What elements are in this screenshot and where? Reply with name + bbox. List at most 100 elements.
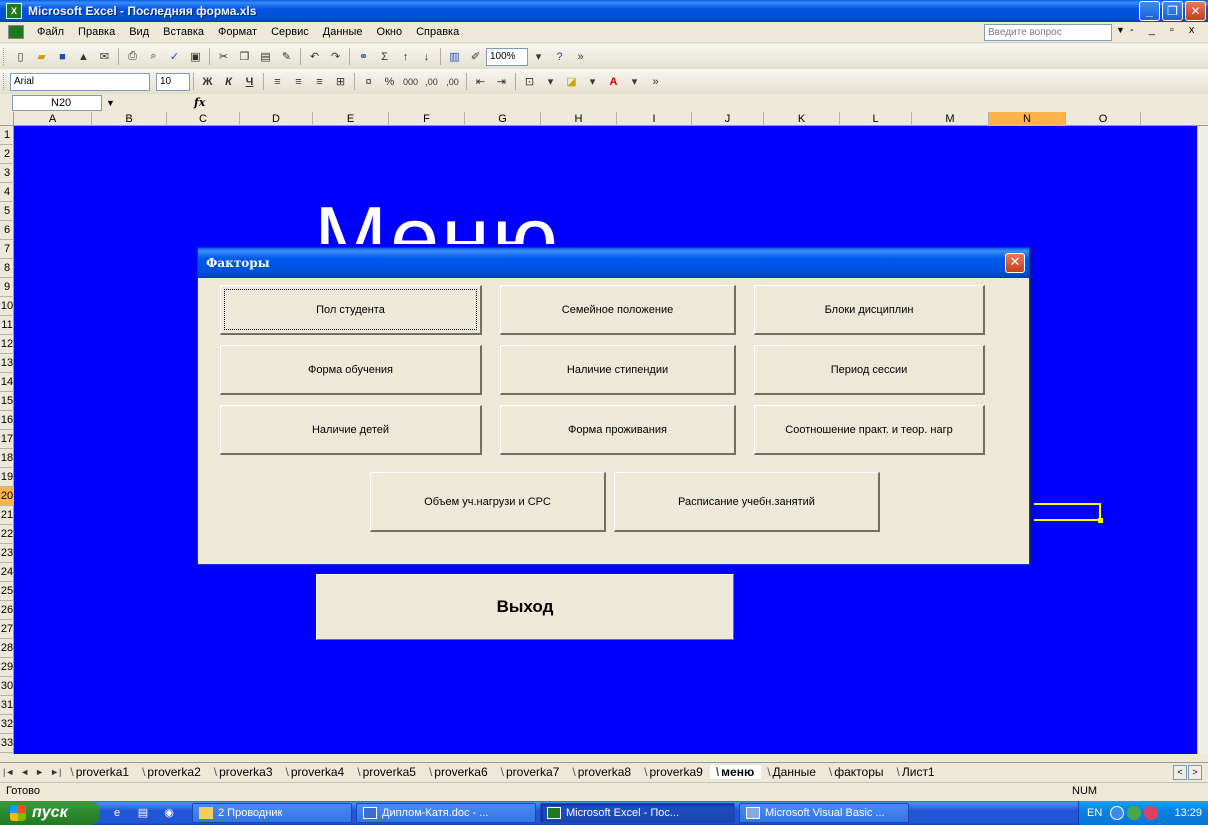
scroll-left-icon[interactable]: < bbox=[1173, 764, 1187, 780]
menu-edit[interactable]: Правка bbox=[71, 26, 122, 38]
sheet-tab-active[interactable]: меню bbox=[709, 765, 762, 779]
autosum-icon[interactable]: Σ bbox=[375, 48, 394, 66]
taskbar-visual-basic[interactable]: Microsoft Visual Basic ... bbox=[739, 803, 909, 823]
print-icon[interactable]: ⎙ bbox=[123, 48, 142, 66]
row-header[interactable]: 8 bbox=[0, 259, 14, 278]
sheet-tab[interactable]: proverka5 bbox=[351, 765, 423, 779]
minimize-button[interactable]: _ bbox=[1139, 1, 1160, 21]
sheet-tab[interactable]: proverka2 bbox=[136, 765, 208, 779]
zoom-select[interactable]: 100% bbox=[486, 47, 528, 66]
class-schedule-button[interactable]: Расписание учебн.занятий bbox=[614, 472, 880, 532]
row-header[interactable]: 30 bbox=[0, 677, 14, 696]
column-header[interactable]: I bbox=[617, 112, 692, 126]
column-header[interactable]: F bbox=[389, 112, 465, 126]
print-preview-icon[interactable]: ⌕ bbox=[144, 48, 163, 66]
security-icon[interactable] bbox=[1127, 806, 1142, 820]
row-header[interactable]: 9 bbox=[0, 278, 14, 297]
row-header[interactable]: 7 bbox=[0, 240, 14, 259]
permission-icon[interactable]: ▲ bbox=[74, 48, 93, 66]
taskbar-word[interactable]: Диплом-Катя.doc - ... bbox=[356, 803, 536, 823]
select-all-corner[interactable] bbox=[0, 112, 14, 126]
italic-button[interactable]: К bbox=[219, 73, 238, 91]
row-header[interactable]: 11 bbox=[0, 316, 14, 335]
copy-icon[interactable]: ❐ bbox=[235, 48, 254, 66]
row-header[interactable]: 23 bbox=[0, 544, 14, 563]
align-center-icon[interactable]: ≡ bbox=[289, 73, 308, 91]
column-header[interactable]: E bbox=[313, 112, 389, 126]
restore-button[interactable]: ❐ bbox=[1162, 1, 1183, 21]
row-header[interactable]: 25 bbox=[0, 582, 14, 601]
residence-form-button[interactable]: Форма проживания bbox=[500, 405, 736, 455]
active-cell-n20[interactable] bbox=[1034, 503, 1103, 523]
formula-input[interactable] bbox=[205, 95, 1208, 111]
currency-icon[interactable]: ¤ bbox=[359, 73, 378, 91]
redo-icon[interactable]: ↷ bbox=[326, 48, 345, 66]
row-header[interactable]: 15 bbox=[0, 392, 14, 411]
menu-format[interactable]: Формат bbox=[211, 26, 264, 38]
chevron-down-icon[interactable]: ▾ bbox=[625, 73, 644, 91]
row-header[interactable]: 21 bbox=[0, 506, 14, 525]
row-header[interactable]: 28 bbox=[0, 639, 14, 658]
internet-explorer-icon[interactable]: e bbox=[108, 804, 126, 822]
column-header[interactable]: B bbox=[92, 112, 167, 126]
column-header[interactable]: C bbox=[167, 112, 240, 126]
email-icon[interactable]: ✉ bbox=[95, 48, 114, 66]
row-header[interactable]: 20 bbox=[0, 487, 14, 506]
toolbar-options-icon[interactable]: » bbox=[571, 48, 590, 66]
menu-window[interactable]: Окно bbox=[370, 26, 410, 38]
show-desktop-icon[interactable]: ▤ bbox=[134, 804, 152, 822]
fill-handle[interactable] bbox=[1098, 518, 1103, 523]
exit-button[interactable]: Выход bbox=[316, 574, 734, 640]
merge-center-icon[interactable]: ⊞ bbox=[331, 73, 350, 91]
spelling-icon[interactable]: ✓ bbox=[165, 48, 184, 66]
row-header[interactable]: 19 bbox=[0, 468, 14, 487]
study-form-button[interactable]: Форма обучения bbox=[220, 345, 482, 395]
row-header[interactable]: 12 bbox=[0, 335, 14, 354]
sheet-tab[interactable]: proverka1 bbox=[64, 765, 136, 779]
sheet-tab[interactable]: Данные bbox=[761, 765, 823, 779]
sheet-tab[interactable]: Лист1 bbox=[891, 765, 942, 779]
scholarship-button[interactable]: Наличие стипендии bbox=[500, 345, 736, 395]
font-size-select[interactable]: 10 bbox=[156, 72, 190, 91]
antivirus-icon[interactable] bbox=[1144, 806, 1159, 820]
sheet-tab[interactable]: proverka4 bbox=[280, 765, 352, 779]
next-sheet-icon[interactable]: ► bbox=[32, 767, 47, 777]
drawing-icon[interactable]: ✐ bbox=[466, 48, 485, 66]
row-header[interactable]: 10 bbox=[0, 297, 14, 316]
column-header[interactable]: A bbox=[14, 112, 92, 126]
media-player-icon[interactable]: ◉ bbox=[160, 804, 178, 822]
name-box[interactable]: N20 bbox=[12, 94, 102, 111]
sheet-tab[interactable]: proverka7 bbox=[495, 765, 567, 779]
toolbar-options-icon[interactable]: » bbox=[646, 73, 665, 91]
discipline-blocks-button[interactable]: Блоки дисциплин bbox=[754, 285, 985, 335]
taskbar-excel[interactable]: Microsoft Excel - Пос... bbox=[540, 803, 735, 823]
insert-function-icon[interactable]: fx bbox=[194, 96, 205, 109]
help-icon[interactable]: ? bbox=[550, 48, 569, 66]
thousands-button[interactable]: 000 bbox=[401, 73, 420, 91]
window-titlebar[interactable]: X Microsoft Excel - Последняя форма.xls … bbox=[0, 0, 1208, 22]
scroll-right-icon[interactable]: > bbox=[1188, 764, 1202, 780]
row-header[interactable]: 3 bbox=[0, 164, 14, 183]
row-header[interactable]: 17 bbox=[0, 430, 14, 449]
taskbar-explorer[interactable]: 2 Проводник bbox=[192, 803, 352, 823]
column-header[interactable]: J bbox=[692, 112, 764, 126]
column-header[interactable]: M bbox=[912, 112, 989, 126]
new-icon[interactable]: ▯ bbox=[11, 48, 30, 66]
children-button[interactable]: Наличие детей bbox=[220, 405, 482, 455]
row-header[interactable]: 1 bbox=[0, 126, 14, 145]
underline-button[interactable]: Ч bbox=[240, 73, 259, 91]
font-select[interactable]: Arial bbox=[10, 72, 150, 91]
chevron-down-icon[interactable]: ▾ bbox=[541, 73, 560, 91]
undo-icon[interactable]: ↶ bbox=[305, 48, 324, 66]
chart-wizard-icon[interactable]: ▥ bbox=[445, 48, 464, 66]
column-header[interactable]: N bbox=[989, 112, 1066, 126]
toolbar-grip[interactable] bbox=[3, 73, 6, 90]
hyperlink-icon[interactable]: ⚭ bbox=[354, 48, 373, 66]
start-button[interactable]: пуск bbox=[0, 801, 100, 825]
first-sheet-icon[interactable]: |◄ bbox=[0, 767, 17, 777]
row-header[interactable]: 2 bbox=[0, 145, 14, 164]
row-header[interactable]: 31 bbox=[0, 696, 14, 715]
column-header[interactable]: D bbox=[240, 112, 313, 126]
ask-question-input[interactable]: Введите вопрос bbox=[984, 24, 1112, 41]
sheet-tab[interactable]: proverka9 bbox=[638, 765, 710, 779]
